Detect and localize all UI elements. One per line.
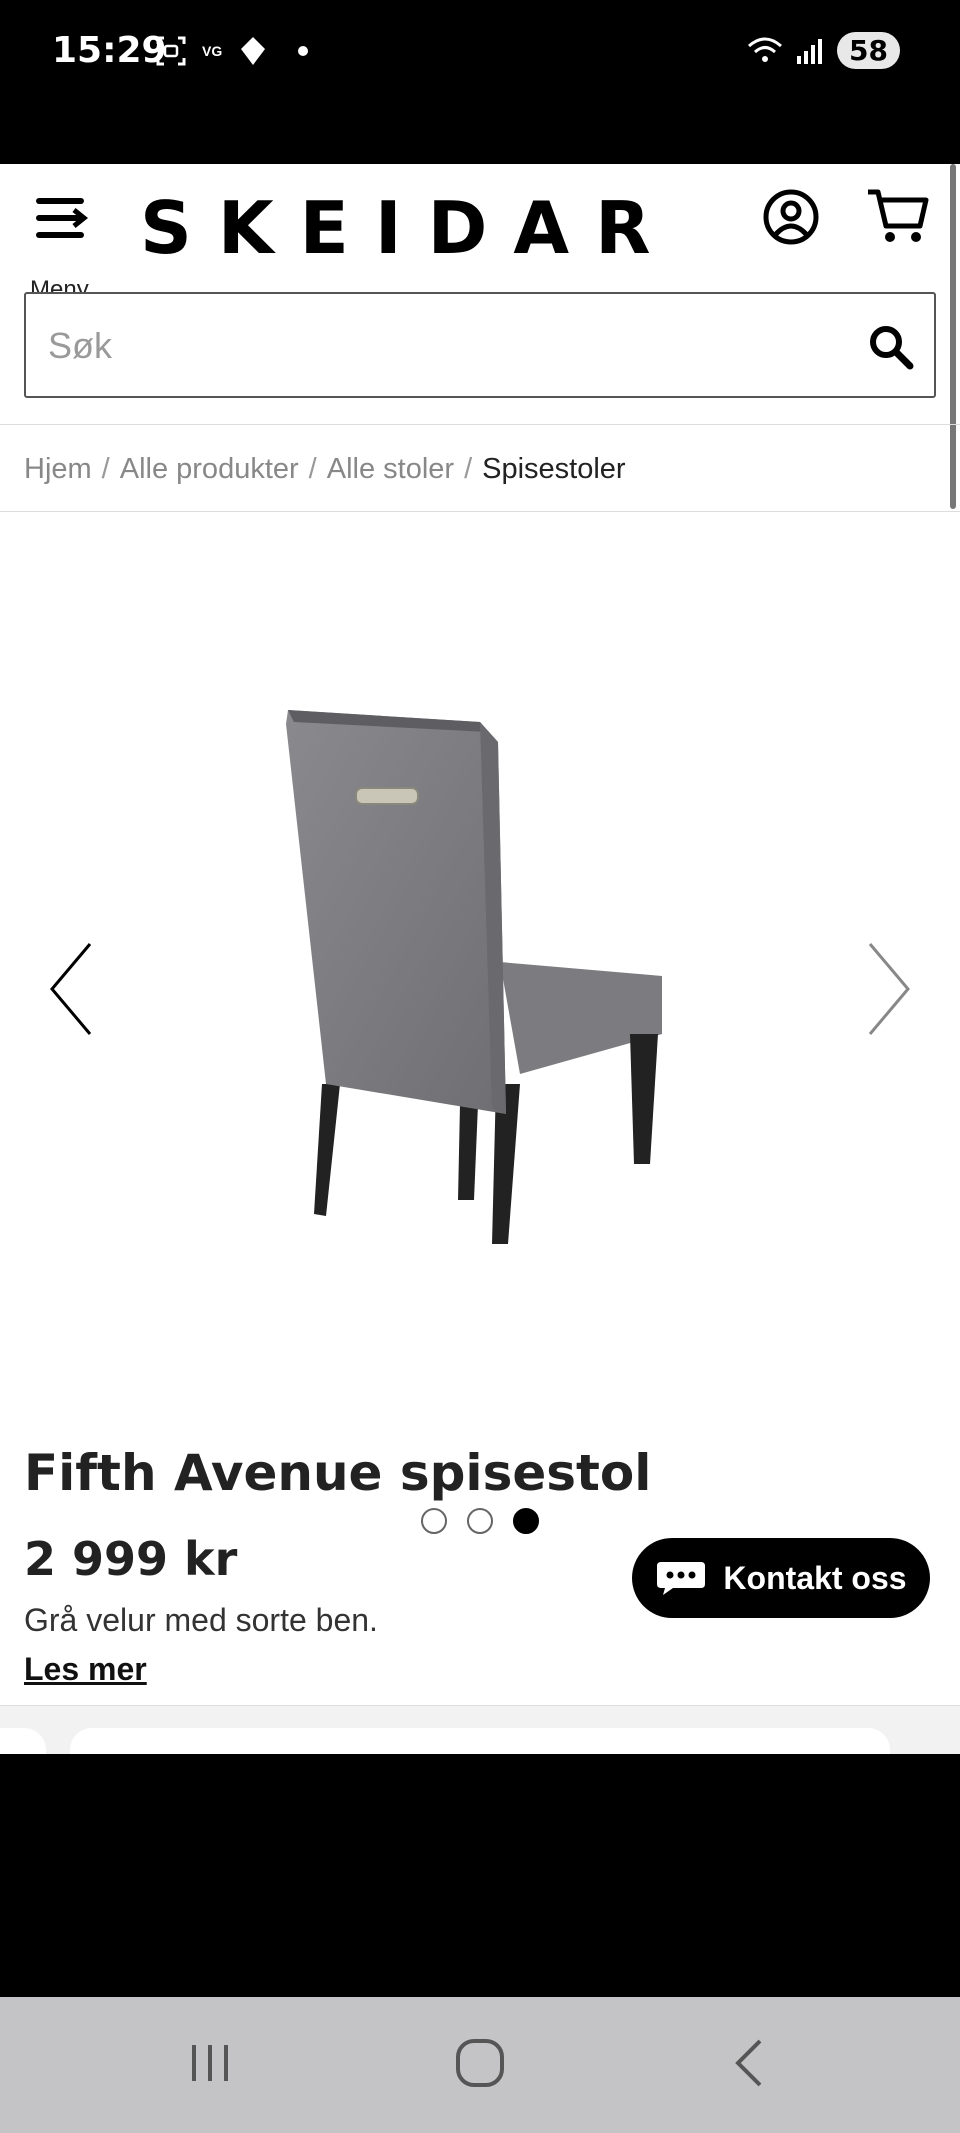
chevron-left-icon[interactable] (42, 934, 102, 1044)
status-time: 15:29 (52, 30, 167, 71)
status-system-icons: 58 (747, 32, 900, 69)
search-input[interactable] (48, 312, 828, 380)
chevron-right-icon[interactable] (858, 934, 918, 1044)
contact-us-label: Kontakt oss (723, 1559, 907, 1596)
empty-area (0, 1754, 960, 1997)
product-price: 2 999 kr (24, 1532, 238, 1586)
gallery-dots (0, 1508, 960, 1534)
breadcrumb-separator: / (464, 453, 473, 485)
breadcrumb: Hjem / Alle produkter / Alle stoler / Spisesto… (24, 453, 626, 486)
breadcrumb-separator: / (308, 453, 317, 485)
site-logo[interactable]: SKEIDAR (140, 186, 677, 270)
site-header: Meny SKEIDAR (0, 164, 960, 303)
web-page: Meny SKEIDAR Hjem / Alle produkter / Alle st… (0, 164, 960, 1754)
search-icon[interactable] (866, 322, 916, 372)
battery-indicator: 58 (837, 32, 900, 69)
vg-icon: VG (202, 43, 223, 59)
contact-us-button[interactable]: Kontakt oss (632, 1538, 930, 1618)
gallery-dot[interactable] (467, 1508, 493, 1534)
status-notification-icons: VG (154, 34, 309, 68)
product-title: Fifth Avenue spisestol (24, 1444, 652, 1502)
wifi-icon (748, 37, 783, 62)
search-box (24, 292, 936, 398)
breadcrumb-all-chairs[interactable]: Alle stoler (327, 453, 454, 485)
system-navigation-bar (0, 1997, 960, 2133)
shopping-cart-icon[interactable] (866, 186, 930, 246)
signal-icon (797, 38, 823, 64)
recent-apps-icon[interactable] (180, 2033, 240, 2093)
card-placeholder[interactable] (0, 1728, 46, 1754)
breadcrumb-current: Spisestoler (482, 453, 626, 485)
recommendations-strip (0, 1705, 960, 1754)
account-icon[interactable] (762, 188, 820, 246)
breadcrumb-separator: / (101, 453, 110, 485)
notification-dot (298, 46, 309, 56)
menu-button[interactable]: Meny (30, 190, 96, 303)
chat-bubble-icon (657, 1562, 706, 1595)
breadcrumb-all-products[interactable]: Alle produkter (120, 453, 299, 485)
home-icon[interactable] (450, 2033, 510, 2093)
read-more-link[interactable]: Les mer (24, 1651, 147, 1688)
gallery-dot[interactable] (421, 1508, 447, 1534)
product-description: Grå velur med sorte ben. (24, 1602, 378, 1638)
hamburger-menu-icon (36, 198, 88, 238)
breadcrumb-home[interactable]: Hjem (24, 453, 92, 485)
screenshot-icon (156, 36, 186, 66)
product-image (286, 710, 662, 1244)
status-bar: 15:29 VG 58 (0, 0, 960, 164)
back-icon[interactable] (720, 2033, 780, 2093)
navigation-icon (241, 37, 266, 65)
gallery-dot-active[interactable] (513, 1508, 539, 1534)
card-placeholder[interactable] (70, 1728, 890, 1754)
product-gallery (0, 514, 960, 1534)
breadcrumb-bar: Hjem / Alle produkter / Alle stoler / Spisesto… (0, 424, 960, 512)
